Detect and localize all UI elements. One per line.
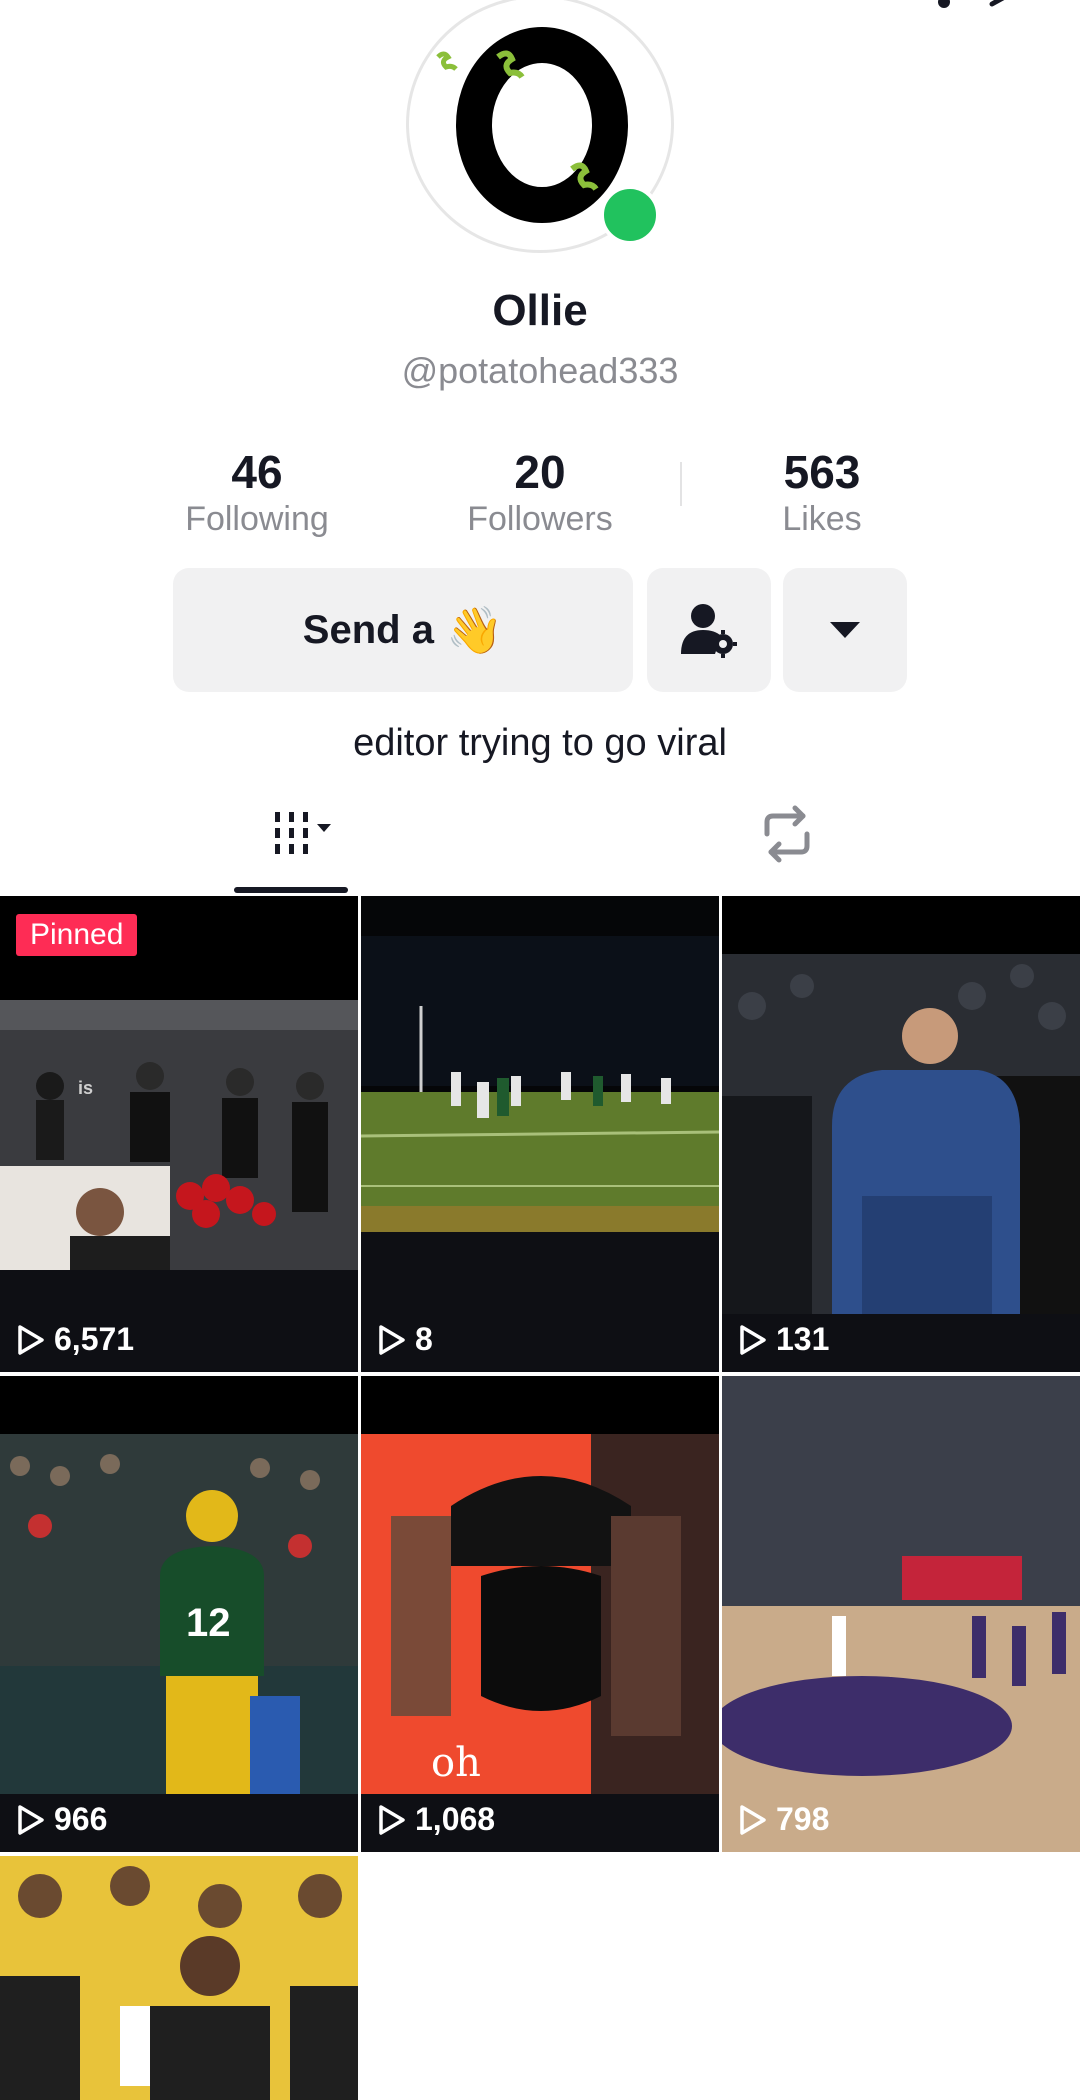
- avatar[interactable]: [404, 0, 676, 257]
- view-count-value: 1,068: [415, 1801, 496, 1837]
- profile-bio: editor trying to go viral: [353, 722, 727, 764]
- video-thumbnail: [722, 1376, 1080, 1852]
- stat-value: 563: [783, 446, 861, 498]
- view-count: 131: [738, 1321, 829, 1358]
- view-count-value: 6,571: [54, 1321, 135, 1357]
- more-options-button[interactable]: [783, 568, 907, 692]
- video-tile[interactable]: is Pinned 6,571: [0, 896, 358, 1372]
- view-count-value: 131: [776, 1321, 830, 1357]
- stat-value: 46: [231, 446, 283, 498]
- tab-videos[interactable]: [236, 804, 346, 864]
- play-icon: [18, 1804, 44, 1835]
- tab-reposts[interactable]: [732, 804, 842, 864]
- view-count: 8: [377, 1321, 433, 1358]
- video-tile[interactable]: oh 1,068: [361, 1376, 719, 1852]
- video-thumbnail: 12: [0, 1376, 358, 1852]
- manage-friend-button[interactable]: [647, 568, 771, 692]
- stat-following[interactable]: 46 Following: [137, 446, 377, 540]
- view-count: 1,068: [377, 1801, 495, 1838]
- send-wave-button[interactable]: Send a 👋: [173, 568, 633, 692]
- svg-text:oh: oh: [431, 1740, 481, 1786]
- play-icon: [18, 1324, 44, 1355]
- active-tab-indicator: [234, 887, 348, 893]
- play-icon: [379, 1804, 405, 1835]
- stat-label: Following: [185, 500, 329, 538]
- stat-label: Likes: [782, 500, 862, 538]
- video-tile[interactable]: 798: [722, 1376, 1080, 1852]
- video-thumbnail: [361, 896, 719, 1372]
- video-tile[interactable]: 12 966: [0, 1376, 358, 1852]
- play-icon: [740, 1324, 766, 1355]
- stat-label: Followers: [467, 500, 613, 538]
- caret-down-icon: [830, 622, 860, 638]
- play-icon: [379, 1324, 405, 1355]
- back-icon[interactable]: [40, 0, 80, 10]
- play-icon: [740, 1804, 766, 1835]
- videos-grid-icon: [275, 812, 331, 854]
- pinned-badge: Pinned: [16, 914, 138, 956]
- profile-name: Ollie: [492, 286, 588, 335]
- video-thumbnail: [722, 896, 1080, 1372]
- stat-followers[interactable]: 20 Followers: [420, 446, 660, 540]
- video-tile[interactable]: [0, 1856, 358, 2100]
- view-count: 798: [738, 1801, 829, 1838]
- video-tile[interactable]: 131: [722, 896, 1080, 1372]
- video-thumbnail: is: [0, 896, 358, 1372]
- view-count-value: 966: [54, 1801, 108, 1837]
- svg-text:is: is: [78, 1078, 93, 1098]
- share-icon[interactable]: [930, 0, 1020, 10]
- user-settings-icon: [681, 604, 737, 658]
- video-tile[interactable]: 8: [361, 896, 719, 1372]
- send-label: Send a: [302, 607, 434, 652]
- profile-handle: @potatohead333: [401, 350, 679, 391]
- view-count-value: 8: [415, 1321, 433, 1357]
- video-thumbnail: [0, 1856, 358, 2100]
- stat-value: 20: [514, 446, 566, 498]
- stat-divider: [680, 462, 682, 506]
- online-status-dot: [600, 185, 660, 245]
- svg-text:12: 12: [186, 1601, 231, 1645]
- stat-likes[interactable]: 563 Likes: [702, 446, 942, 540]
- view-count: 966: [16, 1801, 107, 1838]
- view-count: 6,571: [16, 1321, 134, 1358]
- view-count-value: 798: [776, 1801, 830, 1837]
- wave-hand-icon: 👋: [445, 603, 504, 656]
- repost-icon: [764, 805, 810, 863]
- video-thumbnail: oh: [361, 1376, 719, 1852]
